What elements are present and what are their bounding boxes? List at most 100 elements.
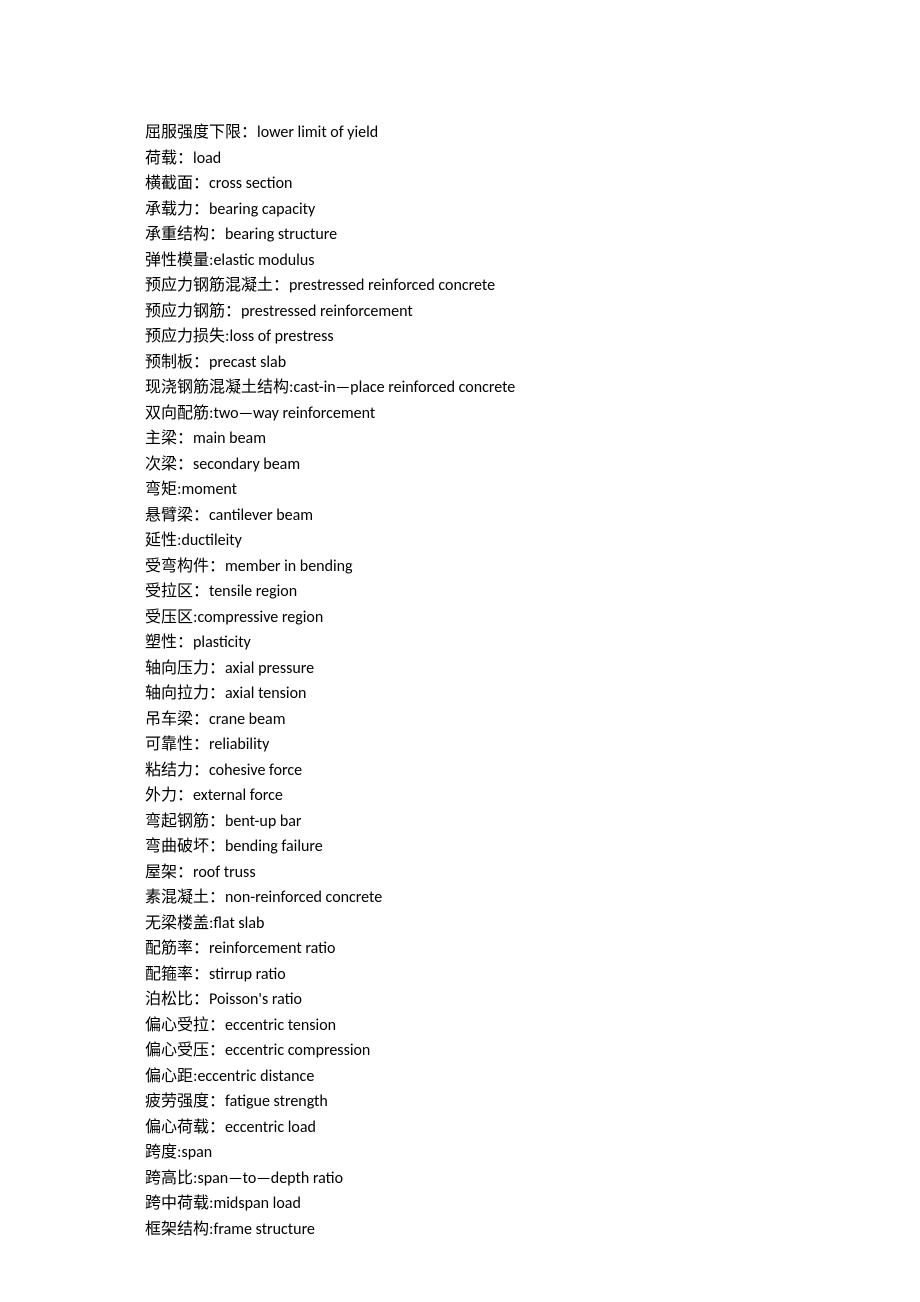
glossary-line: 预应力损失:loss of prestress — [145, 324, 775, 350]
term-english: lower limit of yield — [257, 123, 378, 142]
term-chinese: 受压区: — [145, 609, 197, 626]
term-english: Poisson's ratio — [209, 990, 302, 1009]
document-page: 屈服强度下限：lower limit of yield荷载：load横截面：cr… — [0, 0, 920, 1302]
glossary-line: 框架结构:frame structure — [145, 1217, 775, 1243]
glossary-line: 现浇钢筋混凝土结构:cast-in—place reinforced concr… — [145, 375, 775, 401]
term-chinese: 屋架： — [145, 864, 193, 881]
glossary-line: 吊车梁：crane beam — [145, 707, 775, 733]
term-chinese: 偏心荷载： — [145, 1119, 225, 1136]
term-english: prestressed reinforcement — [241, 302, 413, 321]
term-chinese: 现浇钢筋混凝土结构: — [145, 379, 293, 396]
term-chinese: 主梁： — [145, 430, 193, 447]
term-chinese: 横截面： — [145, 175, 209, 192]
term-chinese: 悬臂梁： — [145, 507, 209, 524]
glossary-line: 屈服强度下限：lower limit of yield — [145, 120, 775, 146]
term-english: loss of prestress — [229, 327, 333, 346]
term-english: eccentric tension — [225, 1016, 336, 1035]
glossary-line: 双向配筋:two—way reinforcement — [145, 401, 775, 427]
term-english: plasticity — [193, 633, 251, 652]
term-english: main beam — [193, 429, 266, 448]
term-english: eccentric compression — [225, 1041, 370, 1060]
term-english: cross section — [209, 174, 292, 193]
glossary-line: 延性:ductileity — [145, 528, 775, 554]
term-chinese: 偏心距: — [145, 1068, 197, 1085]
term-chinese: 框架结构: — [145, 1221, 213, 1238]
glossary-line: 预应力钢筋混凝土：prestressed reinforced concrete — [145, 273, 775, 299]
term-english: reinforcement ratio — [209, 939, 335, 958]
glossary-line: 弯矩:moment — [145, 477, 775, 503]
term-chinese: 泊松比： — [145, 991, 209, 1008]
glossary-line: 弹性模量:elastic modulus — [145, 248, 775, 274]
term-english: cohesive force — [209, 761, 302, 780]
term-chinese: 弯曲破坏： — [145, 838, 225, 855]
glossary-line: 塑性：plasticity — [145, 630, 775, 656]
term-chinese: 粘结力： — [145, 762, 209, 779]
glossary-line: 跨高比:span—to—depth ratio — [145, 1166, 775, 1192]
glossary-line: 配箍率：stirrup ratio — [145, 962, 775, 988]
term-english: flat slab — [213, 914, 264, 933]
term-english: secondary beam — [193, 455, 300, 474]
term-english: compressive region — [197, 608, 323, 627]
term-chinese: 延性: — [145, 532, 181, 549]
term-english: bearing capacity — [209, 200, 315, 219]
term-chinese: 轴向拉力： — [145, 685, 225, 702]
glossary-line: 跨中荷载:midspan load — [145, 1191, 775, 1217]
term-english: fatigue strength — [225, 1092, 328, 1111]
glossary-line: 轴向压力：axial pressure — [145, 656, 775, 682]
term-english: cast-in—place reinforced concrete — [293, 378, 515, 397]
term-chinese: 配筋率： — [145, 940, 209, 957]
term-chinese: 荷载： — [145, 150, 193, 167]
glossary-line: 荷载：load — [145, 146, 775, 172]
term-english: frame structure — [213, 1220, 314, 1239]
term-chinese: 弯矩: — [145, 481, 181, 498]
term-chinese: 屈服强度下限： — [145, 124, 257, 141]
term-chinese: 跨中荷载: — [145, 1195, 213, 1212]
term-chinese: 受拉区： — [145, 583, 209, 600]
term-chinese: 吊车梁： — [145, 711, 209, 728]
term-chinese: 素混凝土： — [145, 889, 225, 906]
glossary-line: 横截面：cross section — [145, 171, 775, 197]
term-chinese: 预制板： — [145, 354, 209, 371]
glossary-line: 偏心受压：eccentric compression — [145, 1038, 775, 1064]
glossary-line: 配筋率：reinforcement ratio — [145, 936, 775, 962]
glossary-line: 次梁：secondary beam — [145, 452, 775, 478]
glossary-line: 可靠性：reliability — [145, 732, 775, 758]
glossary-line: 疲劳强度：fatigue strength — [145, 1089, 775, 1115]
term-chinese: 次梁： — [145, 456, 193, 473]
term-english: member in bending — [225, 557, 353, 576]
glossary-line: 偏心荷载：eccentric load — [145, 1115, 775, 1141]
term-chinese: 预应力钢筋： — [145, 303, 241, 320]
term-chinese: 受弯构件： — [145, 558, 225, 575]
term-english: two—way reinforcement — [213, 404, 375, 423]
term-english: cantilever beam — [209, 506, 313, 525]
term-english: bending failure — [225, 837, 323, 856]
glossary-line: 悬臂梁：cantilever beam — [145, 503, 775, 529]
term-chinese: 外力： — [145, 787, 193, 804]
term-chinese: 跨高比: — [145, 1170, 197, 1187]
term-chinese: 塑性： — [145, 634, 193, 651]
glossary-line: 轴向拉力：axial tension — [145, 681, 775, 707]
glossary-line: 承载力：bearing capacity — [145, 197, 775, 223]
glossary-line: 受拉区：tensile region — [145, 579, 775, 605]
term-chinese: 双向配筋: — [145, 405, 213, 422]
term-english: external force — [193, 786, 283, 805]
term-english: elastic modulus — [213, 251, 314, 270]
term-chinese: 承重结构： — [145, 226, 225, 243]
term-english: midspan load — [213, 1194, 300, 1213]
term-english: eccentric distance — [197, 1067, 314, 1086]
glossary-line: 屋架：roof truss — [145, 860, 775, 886]
term-english: span—to—depth ratio — [197, 1169, 343, 1188]
term-english: bearing structure — [225, 225, 337, 244]
term-chinese: 承载力： — [145, 201, 209, 218]
glossary-line: 无梁楼盖:flat slab — [145, 911, 775, 937]
term-chinese: 疲劳强度： — [145, 1093, 225, 1110]
glossary-line: 泊松比：Poisson's ratio — [145, 987, 775, 1013]
term-english: axial tension — [225, 684, 306, 703]
glossary-line: 弯起钢筋：bent-up bar — [145, 809, 775, 835]
term-english: tensile region — [209, 582, 297, 601]
term-chinese: 跨度: — [145, 1144, 181, 1161]
glossary-line: 主梁：main beam — [145, 426, 775, 452]
glossary-line: 偏心距:eccentric distance — [145, 1064, 775, 1090]
term-chinese: 预应力钢筋混凝土： — [145, 277, 289, 294]
term-chinese: 可靠性： — [145, 736, 209, 753]
